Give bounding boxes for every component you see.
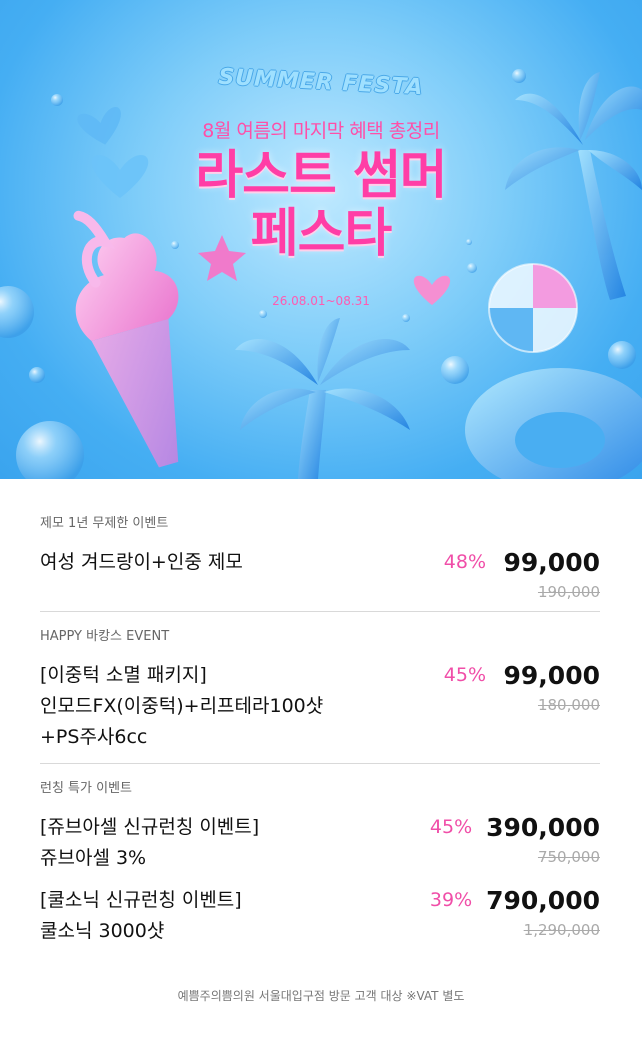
item-name-line: 쥬브아셀 3%	[40, 847, 147, 869]
banner-title-line1: 라스트 썸머	[195, 146, 447, 206]
section-label: HAPPY 바캉스 EVENT	[40, 629, 170, 644]
item-name-line: 인모드FX(이중턱)+리프테라100샷	[40, 695, 324, 717]
item-name-line: [이중턱 소멸 패키지]	[40, 664, 207, 686]
banner-subtitle: 8월 여름의 마지막 혜택 총정리	[202, 120, 440, 142]
swim-ring	[465, 368, 642, 479]
sale-price: 99,000	[503, 661, 600, 690]
original-price: 180,000	[537, 696, 600, 714]
list-item[interactable]: [이중턱 소멸 패키지] 인모드FX(이중턱)+리프테라100샷 +PS주사6c…	[40, 660, 600, 753]
discount-rate: 45%	[443, 664, 486, 686]
item-name: [이중턱 소멸 패키지] 인모드FX(이중턱)+리프테라100샷 +PS주사6c…	[40, 660, 323, 753]
original-price: 1,290,000	[523, 921, 600, 939]
event-section: 제모 1년 무제한 이벤트 여성 겨드랑이+인중 제모 48% 99,000 1…	[40, 479, 600, 612]
event-section: 런칭 특가 이벤트 [쥬브아셀 신규런칭 이벤트] 쥬브아셀 3% 45% 39…	[40, 764, 600, 947]
footer-note: 예쁨주의쁨의원 서울대입구점 방문 고객 대상 ※VAT 별도	[177, 989, 465, 1003]
discount-rate: 39%	[429, 889, 473, 911]
bubble-left-bottom	[16, 421, 84, 479]
beach-ball	[488, 263, 578, 353]
item-name: [쿨소닉 신규런칭 이벤트] 쿨소닉 3000샷	[40, 885, 242, 947]
item-name-line: 여성 겨드랑이+인중 제모	[40, 551, 243, 573]
section-label: 제모 1년 무제한 이벤트	[40, 516, 169, 531]
list-item[interactable]: [쥬브아셀 신규런칭 이벤트] 쥬브아셀 3% 45% 390,000 750,…	[40, 812, 600, 874]
banner-title-line2: 페스타	[250, 204, 393, 264]
discount-rate: 45%	[429, 816, 473, 838]
item-name-line: [쥬브아셀 신규런칭 이벤트]	[40, 816, 260, 838]
list-item[interactable]: 여성 겨드랑이+인중 제모 48% 99,000 190,000	[40, 547, 600, 601]
original-price: 750,000	[537, 848, 600, 866]
banner-date: 26.08.01~08.31	[272, 294, 370, 308]
discount-rate: 48%	[443, 551, 486, 573]
section-label: 런칭 특가 이벤트	[40, 781, 132, 796]
palm-tree-center	[235, 318, 410, 479]
event-banner: SUMMER FESTA 8월 여름의 마지막 혜택 총정리 라스트 썸머 페스…	[0, 0, 642, 479]
sale-price: 790,000	[486, 886, 600, 915]
item-name: [쥬브아셀 신규런칭 이벤트] 쥬브아셀 3%	[40, 812, 259, 874]
original-price: 190,000	[537, 583, 600, 601]
sale-price: 390,000	[486, 813, 600, 842]
event-section: HAPPY 바캉스 EVENT [이중턱 소멸 패키지] 인모드FX(이중턱)+…	[40, 612, 600, 764]
item-name-line: [쿨소닉 신규런칭 이벤트]	[40, 889, 242, 911]
sale-price: 99,000	[503, 548, 600, 577]
item-name: 여성 겨드랑이+인중 제모	[40, 547, 243, 578]
list-item[interactable]: [쿨소닉 신규런칭 이벤트] 쿨소닉 3000샷 39% 790,000 1,2…	[40, 885, 600, 947]
item-name-line: +PS주사6cc	[40, 726, 148, 748]
price-list: 제모 1년 무제한 이벤트 여성 겨드랑이+인중 제모 48% 99,000 1…	[0, 479, 642, 947]
item-name-line: 쿨소닉 3000샷	[40, 920, 165, 942]
